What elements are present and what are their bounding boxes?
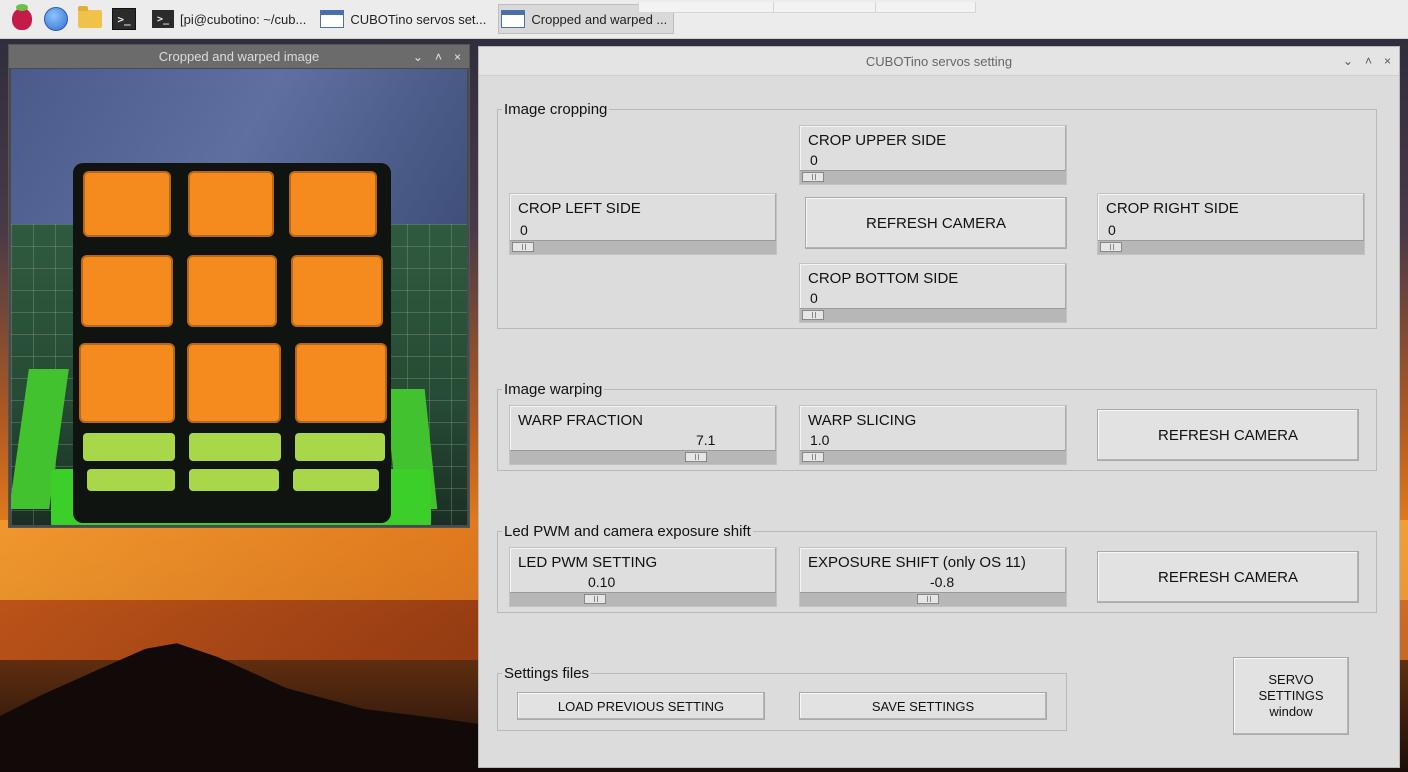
slider-trough[interactable] [800,450,1066,464]
task-label: CUBOTino servos set... [350,11,487,27]
close-icon[interactable]: × [1384,54,1391,68]
servos-setting-window: CUBOTino servos setting ⌄ ˄ × Image crop… [478,46,1400,768]
maximize-icon[interactable]: ˄ [435,50,442,64]
camera-image [11,69,467,525]
save-settings-button[interactable]: SAVE SETTINGS [799,692,1047,720]
slider-label: EXPOSURE SHIFT (only OS 11) [808,554,1026,571]
button-label-line1: SERVO [1268,672,1314,687]
slider-label: CROP LEFT SIDE [518,200,641,217]
slider-value: 7.1 [696,432,716,448]
raspberry-menu-icon[interactable] [10,4,34,31]
slider-thumb[interactable] [584,594,606,604]
slider-trough[interactable] [800,308,1066,322]
slider-thumb[interactable] [512,242,534,252]
exposure-shift-slider[interactable]: EXPOSURE SHIFT (only OS 11) -0.8 [799,547,1067,607]
slider-value: -0.8 [930,574,955,590]
slider-value: 1.0 [810,432,830,448]
slider-thumb[interactable] [802,452,824,462]
slider-label: LED PWM SETTING [518,554,658,571]
crop-right-slider[interactable]: CROP RIGHT SIDE 0 [1097,193,1365,255]
slider-trough[interactable] [800,592,1066,606]
button-label: LOAD PREVIOUS SETTING [557,698,725,714]
window-titlebar[interactable]: CUBOTino servos setting ⌄ ˄ × [479,47,1399,76]
task-servos-setting[interactable]: CUBOTino servos set... [318,5,492,33]
refresh-camera-button[interactable]: REFRESH CAMERA [1097,551,1359,603]
group-label: Image cropping [502,101,610,118]
window-titlebar[interactable]: Cropped and warped image ⌄ ˄ × [9,45,469,68]
load-previous-setting-button[interactable]: LOAD PREVIOUS SETTING [517,692,765,720]
slider-value: 0 [520,222,528,238]
task-terminal[interactable]: >_ [pi@cubotino: ~/cub... [150,5,312,33]
slider-thumb[interactable] [917,594,939,604]
button-label: REFRESH CAMERA [1157,426,1299,444]
taskbar: >_ >_ [pi@cubotino: ~/cub... CUBOTino se… [0,0,1408,39]
window-title: CUBOTino servos setting [865,53,1013,69]
group-label: Led PWM and camera exposure shift [502,523,753,540]
slider-value: 0 [1108,222,1116,238]
refresh-camera-button[interactable]: REFRESH CAMERA [1097,409,1359,461]
minimize-icon[interactable]: ⌄ [413,50,423,64]
crop-upper-slider[interactable]: CROP UPPER SIDE 0 [799,125,1067,185]
warp-slicing-slider[interactable]: WARP SLICING 1.0 [799,405,1067,465]
window-icon [320,10,345,28]
button-label-line3: window [1269,704,1313,719]
close-icon[interactable]: × [454,50,461,64]
window-title: Cropped and warped image [158,49,320,64]
terminal-icon: >_ [152,10,174,28]
task-label: Cropped and warped ... [531,11,668,27]
group-label: Settings files [502,665,592,682]
slider-value: 0 [810,290,818,306]
slider-thumb[interactable] [685,452,707,462]
slider-thumb[interactable] [802,310,824,320]
servo-settings-window-button[interactable]: SERVO SETTINGS window [1233,657,1349,735]
slider-thumb[interactable] [1100,242,1122,252]
slider-label: WARP FRACTION [518,412,644,429]
button-label-line2: SETTINGS [1258,688,1324,703]
crop-bottom-slider[interactable]: CROP BOTTOM SIDE 0 [799,263,1067,323]
file-manager-icon[interactable] [78,6,102,31]
cropped-image-window: Cropped and warped image ⌄ ˄ × [8,44,470,528]
browser-icon[interactable] [44,7,68,31]
taskbar-divider [638,2,976,13]
button-label: REFRESH CAMERA [865,214,1007,232]
slider-trough[interactable] [510,592,776,606]
crop-left-slider[interactable]: CROP LEFT SIDE 0 [509,193,777,255]
slider-label: CROP UPPER SIDE [808,132,947,149]
rubiks-cube [73,163,391,523]
slider-label: CROP BOTTOM SIDE [808,270,959,287]
slider-trough[interactable] [800,170,1066,184]
window-icon [501,10,526,28]
group-label: Image warping [502,381,605,398]
minimize-icon[interactable]: ⌄ [1343,54,1353,68]
slider-label: WARP SLICING [808,412,917,429]
slider-trough[interactable] [510,240,776,254]
maximize-icon[interactable]: ˄ [1365,54,1372,68]
led-pwm-slider[interactable]: LED PWM SETTING 0.10 [509,547,777,607]
slider-label: CROP RIGHT SIDE [1106,200,1239,217]
slider-trough[interactable] [1098,240,1364,254]
slider-value: 0.10 [588,574,616,590]
refresh-camera-button[interactable]: REFRESH CAMERA [805,197,1067,249]
terminal-icon[interactable]: >_ [112,7,136,31]
button-label: SAVE SETTINGS [871,698,975,714]
slider-trough[interactable] [510,450,776,464]
warp-fraction-slider[interactable]: WARP FRACTION 7.1 [509,405,777,465]
button-label: REFRESH CAMERA [1157,568,1299,586]
slider-value: 0 [810,152,818,168]
slider-thumb[interactable] [802,172,824,182]
task-label: [pi@cubotino: ~/cub... [180,11,307,27]
